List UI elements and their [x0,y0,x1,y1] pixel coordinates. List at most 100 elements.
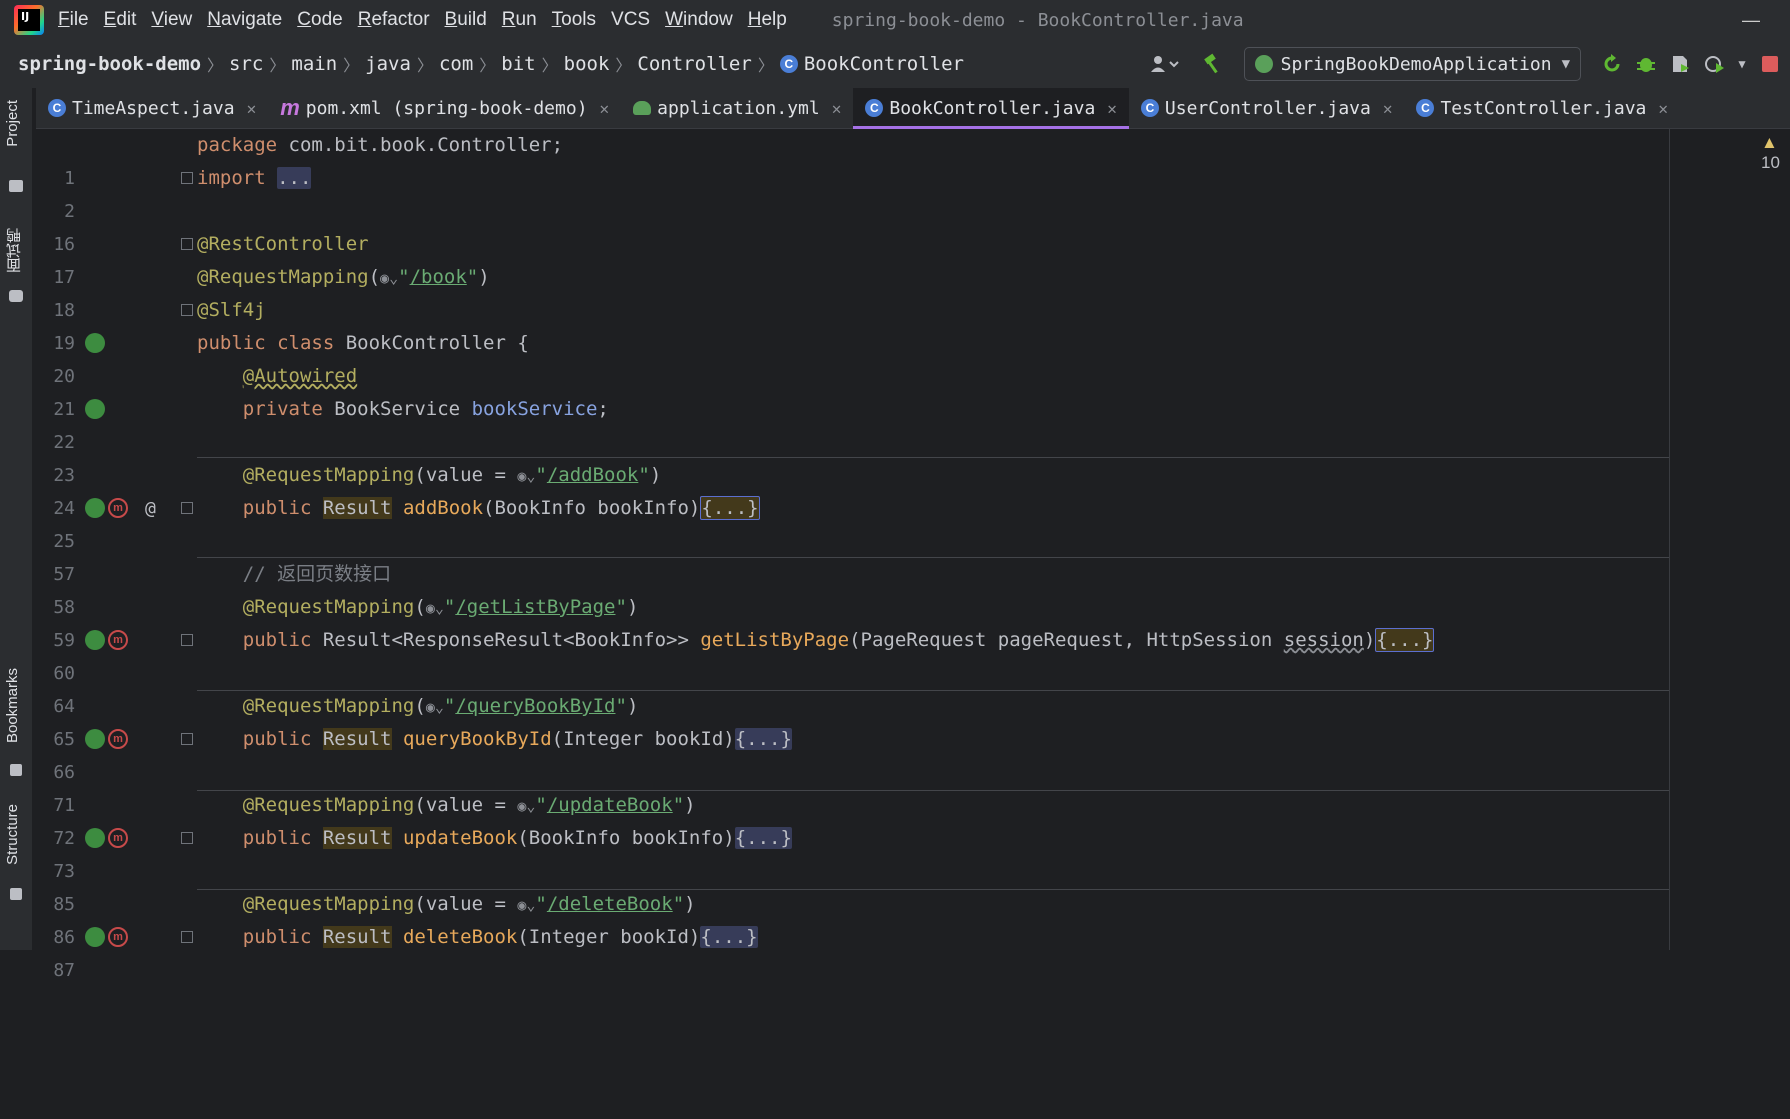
code-line[interactable]: 20 public class BookController { [33,327,1669,387]
code-line[interactable]: 17 @RestController [33,228,1669,288]
intellij-logo-icon[interactable]: IJ [14,5,44,35]
code-line[interactable]: 19 @Slf4j [33,294,1669,354]
folded-body[interactable]: {...} [734,728,792,750]
close-icon[interactable]: ✕ [600,99,610,118]
bookmarks-tool-label[interactable]: Bookmarks [4,668,21,743]
method-icon[interactable]: m [108,729,128,749]
code-line[interactable]: 1 package com.bit.book.Controller; [33,129,1669,189]
globe-icon[interactable]: ◉⌄ [426,698,444,716]
close-icon[interactable]: ✕ [832,99,842,118]
spring-endpoint-icon[interactable] [85,630,105,650]
code-line[interactable]: 60 m public Result<ResponseResult<BookIn… [33,624,1669,684]
menu-tools[interactable]: Tools [552,9,596,31]
menu-edit[interactable]: Edit [104,9,137,31]
close-icon[interactable]: ✕ [1107,99,1117,118]
globe-icon[interactable]: ◉⌄ [517,797,535,815]
code-line[interactable]: 25 m @ public Result addBook(BookInfo bo… [33,492,1669,552]
globe-icon[interactable]: ◉⌄ [517,896,535,914]
profiler-icon[interactable] [1700,50,1728,78]
menu-refactor[interactable]: Refactor [358,9,430,31]
tab-usercontroller[interactable]: C UserController.java ✕ [1129,88,1405,128]
code-line[interactable]: 66 m public Result queryBookById(Integer… [33,723,1669,783]
build-hammer-icon[interactable] [1199,50,1227,78]
breadcrumb-java[interactable]: java [365,53,411,75]
spring-endpoint-icon[interactable] [85,828,105,848]
aspect-at-icon[interactable]: @ [145,492,156,525]
tab-testcontroller[interactable]: C TestController.java ✕ [1404,88,1680,128]
spring-autowired-icon[interactable] [85,399,105,419]
fold-toggle-icon[interactable] [181,634,193,646]
code-line[interactable]: 85 [33,855,1669,915]
structure-tool-label[interactable]: Structure [4,804,21,865]
code-line[interactable]: 18 @RequestMapping(◉⌄"/book") [33,261,1669,321]
breadcrumb-com[interactable]: com [439,53,473,75]
method-icon[interactable]: m [108,498,128,518]
menu-help[interactable]: Help [748,9,787,31]
spring-endpoint-icon[interactable] [85,927,105,947]
code-line[interactable]: 24 @RequestMapping(value = ◉⌄"/addBook") [33,459,1669,519]
code-line[interactable]: 16 [33,195,1669,255]
inspection-warnings-indicator[interactable]: ▲ 10 [1761,133,1790,173]
close-icon[interactable]: ✕ [1383,99,1393,118]
breadcrumb-src[interactable]: src [229,53,263,75]
coverage-icon[interactable] [1666,50,1694,78]
close-icon[interactable]: ✕ [247,99,257,118]
code-line[interactable]: 21 @Autowired [33,360,1669,420]
menu-window[interactable]: Window [665,9,733,31]
code-line[interactable]: 64 [33,657,1669,717]
fold-toggle-icon[interactable] [181,304,193,316]
more-run-options-chevron-icon[interactable]: ▼ [1734,50,1750,78]
folded-body[interactable]: {...} [1375,628,1435,652]
tab-bookcontroller[interactable]: C BookController.java ✕ [853,88,1129,129]
breadcrumb-controller[interactable]: Controller [637,53,751,75]
code-line[interactable]: 73 m public Result updateBook(BookInfo b… [33,822,1669,882]
code-line[interactable]: 72 @RequestMapping(value = ◉⌄"/updateBoo… [33,789,1669,849]
fold-toggle-icon[interactable] [181,238,193,250]
fold-toggle-icon[interactable] [181,172,193,184]
spring-endpoint-icon[interactable] [85,729,105,749]
code-line[interactable]: 22 private BookService bookService; [33,393,1669,453]
globe-icon[interactable]: ◉⌄ [426,599,444,617]
code-line[interactable]: 71 [33,756,1669,816]
stop-icon[interactable] [1756,50,1784,78]
method-icon[interactable]: m [108,927,128,947]
menu-navigate[interactable]: Navigate [207,9,282,31]
globe-icon[interactable]: ◉⌄ [380,269,398,287]
menu-view[interactable]: View [151,9,192,31]
project-tool-label[interactable]: Project [4,100,21,147]
breadcrumb-project[interactable]: spring-book-demo [18,53,201,75]
spring-bean-icon[interactable] [85,333,105,353]
breadcrumb-bookcontroller[interactable]: C BookController [779,53,964,75]
folded-body[interactable]: {...} [734,827,792,849]
folded-imports[interactable]: ... [277,167,312,189]
code-line[interactable]: 65 @RequestMapping(◉⌄"/queryBookById") [33,690,1669,750]
code-line[interactable]: 2 import ... [33,162,1669,222]
close-icon[interactable]: ✕ [1658,99,1668,118]
breadcrumb-bit[interactable]: bit [501,53,535,75]
code-editor[interactable]: ▲ 10 1 package com.bit.book.Controller; … [33,129,1790,981]
method-icon[interactable]: m [108,828,128,848]
debug-bug-icon[interactable] [1632,50,1660,78]
fold-toggle-icon[interactable] [181,733,193,745]
menu-file[interactable]: File [58,9,89,31]
run-configuration-dropdown[interactable]: SpringBookDemoApplication ▼ [1243,47,1581,81]
folded-body[interactable]: {...} [700,496,760,520]
menu-build[interactable]: Build [445,9,487,31]
folded-body[interactable]: {...} [700,926,758,948]
globe-icon[interactable]: ◉⌄ [517,467,535,485]
menu-code[interactable]: Code [297,9,342,31]
code-line[interactable]: 58 // 返回页数接口 [33,558,1669,618]
code-line[interactable]: 87 m public Result deleteBook(Integer bo… [33,921,1669,981]
code-line[interactable]: 57 [33,525,1669,585]
tab-timeaspect[interactable]: C TimeAspect.java ✕ [36,88,268,128]
fold-toggle-icon[interactable] [181,931,193,943]
rerun-icon[interactable] [1598,50,1626,78]
menu-run[interactable]: Run [502,9,537,31]
breadcrumb-main[interactable]: main [291,53,337,75]
minimize-button[interactable]: — [1742,10,1760,31]
code-line[interactable]: 59 @RequestMapping(◉⌄"/getListByPage") [33,591,1669,651]
code-line[interactable]: 23 [33,426,1669,486]
method-icon[interactable]: m [108,630,128,650]
spring-endpoint-icon[interactable] [85,498,105,518]
interview-tool-label[interactable]: 面试鸭 [4,228,25,273]
